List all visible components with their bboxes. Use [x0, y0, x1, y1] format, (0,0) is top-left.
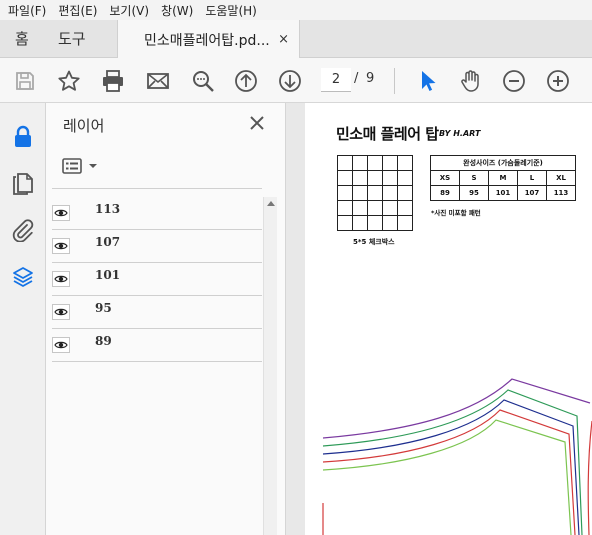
pattern-line-95 [322, 409, 576, 535]
layers-icon[interactable] [11, 265, 35, 289]
panel-divider [52, 188, 262, 189]
list-item[interactable]: 89 [52, 329, 262, 362]
list-item[interactable]: 101 [52, 263, 262, 296]
layer-name: 107 [95, 235, 121, 249]
eye-icon[interactable] [52, 205, 70, 221]
tab-bar: 홈 도구 민소매플레어탑.pd... × [0, 20, 592, 59]
tab-close-button[interactable]: × [278, 32, 289, 47]
mail-icon[interactable] [145, 68, 171, 94]
arrow-up-icon[interactable] [233, 68, 259, 94]
eye-icon[interactable] [52, 304, 70, 320]
select-cursor-icon[interactable] [414, 68, 440, 94]
star-icon[interactable] [56, 68, 82, 94]
list-options-icon [62, 158, 82, 174]
eye-icon[interactable] [52, 238, 70, 254]
list-item[interactable]: 113 [52, 197, 262, 230]
panel-title: 레이어 [63, 117, 105, 135]
eye-icon[interactable] [52, 271, 70, 287]
pattern-line-107 [322, 389, 583, 535]
page-number-input[interactable]: 2 [321, 68, 351, 92]
list-item[interactable]: 107 [52, 230, 262, 263]
layer-name: 95 [95, 301, 112, 315]
print-icon[interactable] [100, 68, 126, 94]
pattern-line-101 [322, 399, 580, 535]
layer-name: 101 [95, 268, 121, 282]
tab-document-label: 민소매플레어탑.pd... [144, 32, 270, 49]
layer-name: 89 [95, 334, 112, 348]
scroll-up-icon[interactable] [267, 201, 275, 206]
tab-tools[interactable]: 도구 [58, 20, 86, 58]
menu-file[interactable]: 파일(F) [8, 2, 46, 19]
page-separator: / [354, 71, 359, 86]
zoom-out-icon[interactable] [501, 68, 527, 94]
lock-icon[interactable] [11, 125, 35, 149]
layer-list-scrollbar[interactable] [263, 197, 277, 535]
list-item[interactable]: 95 [52, 296, 262, 329]
eye-icon[interactable] [52, 337, 70, 353]
attachment-icon[interactable] [11, 218, 35, 242]
layers-panel: 레이어 113 107 101 95 89 [46, 103, 286, 535]
tab-document[interactable]: 민소매플레어탑.pd... × [117, 20, 300, 59]
tab-home[interactable]: 홈 [15, 20, 29, 58]
layer-name: 113 [95, 202, 121, 216]
arrow-down-icon[interactable] [277, 68, 303, 94]
pattern-drawing [322, 378, 592, 535]
menu-window[interactable]: 창(W) [161, 2, 193, 19]
document-page: 민소매 플레어 탑 BY H.ART 5*5 체크박스 완성사이즈 (가슴둘레기… [305, 103, 592, 535]
save-icon[interactable] [12, 68, 38, 94]
pages-icon[interactable] [11, 172, 35, 196]
menu-bar: 파일(F) 편집(E) 보기(V) 창(W) 도움말(H) [0, 0, 592, 20]
toolbar: 2 / 9 [0, 58, 592, 103]
layer-list: 113 107 101 95 89 [52, 197, 262, 362]
layer-options-button[interactable] [62, 155, 102, 177]
menu-view[interactable]: 보기(V) [109, 2, 149, 19]
zoom-in-icon[interactable] [545, 68, 571, 94]
navigation-rail [0, 103, 46, 535]
menu-edit[interactable]: 편집(E) [58, 2, 97, 19]
page-count: 9 [366, 71, 375, 86]
menu-help[interactable]: 도움말(H) [205, 2, 257, 19]
close-icon[interactable] [247, 113, 267, 133]
chevron-down-icon [89, 164, 97, 168]
pattern-line-89-right [587, 420, 592, 535]
hand-icon[interactable] [457, 68, 483, 94]
toolbar-divider [394, 68, 395, 94]
pattern-line-89 [322, 419, 572, 535]
zoom-search-icon[interactable] [190, 68, 216, 94]
